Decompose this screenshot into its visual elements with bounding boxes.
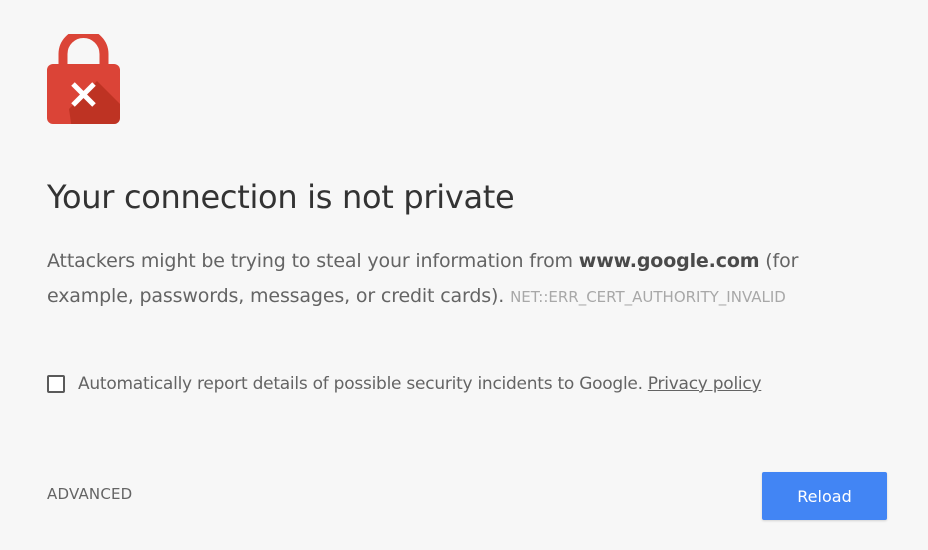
report-label: Automatically report details of possible… <box>78 374 643 394</box>
report-checkbox[interactable] <box>47 375 65 393</box>
message-text: Attackers might be trying to steal your … <box>47 250 579 272</box>
advanced-button[interactable]: ADVANCED <box>47 485 132 503</box>
privacy-policy-link[interactable]: Privacy policy <box>648 374 762 394</box>
page-title: Your connection is not private <box>47 178 515 216</box>
error-code: NET::ERR_CERT_AUTHORITY_INVALID <box>510 288 786 306</box>
reload-button[interactable]: Reload <box>762 472 887 520</box>
report-option: Automatically report details of possible… <box>47 372 762 396</box>
lock-error-icon <box>47 34 120 124</box>
site-domain: www.google.com <box>578 250 760 272</box>
error-message: Attackers might be trying to steal your … <box>47 244 877 315</box>
